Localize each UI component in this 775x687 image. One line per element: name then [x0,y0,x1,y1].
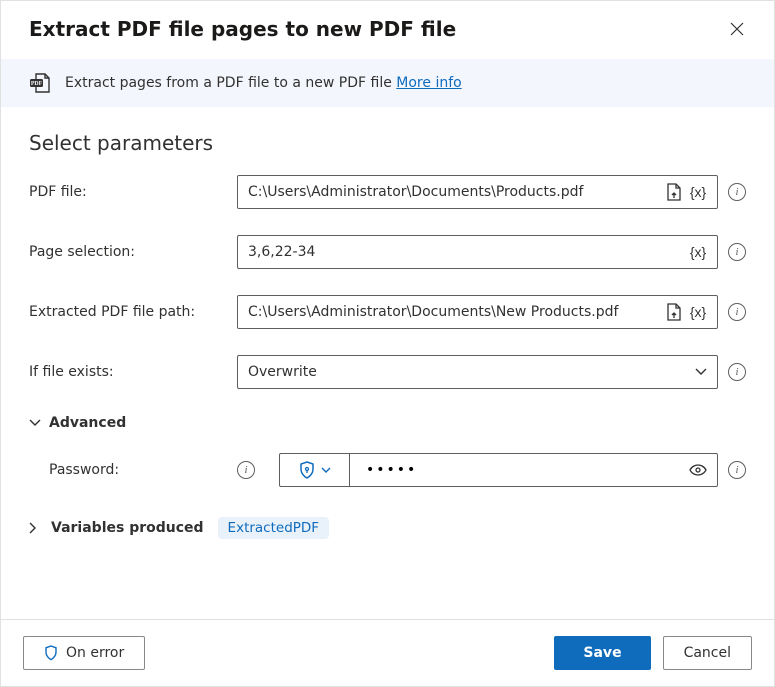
save-button[interactable]: Save [554,636,650,670]
save-label: Save [583,645,621,661]
cancel-label: Cancel [684,645,731,661]
svg-text:PDF: PDF [31,81,43,87]
shield-lock-icon [299,461,315,479]
dialog-body: Select parameters PDF file: C:\Users\Adm… [1,107,774,619]
close-icon [730,22,744,36]
if-exists-info-button[interactable]: i [728,363,746,381]
password-type-picker[interactable] [280,454,350,486]
eye-icon [689,464,707,476]
variables-produced-label: Variables produced [51,520,204,536]
if-exists-value: Overwrite [248,364,317,380]
extracted-path-row: Extracted PDF file path: C:\Users\Admini… [29,295,746,329]
dialog-title: Extract PDF file pages to new PDF file [29,17,456,41]
banner-text-content: Extract pages from a PDF file to a new P… [65,75,396,91]
password-value[interactable] [364,461,687,479]
password-info-button-left[interactable]: i [237,461,255,479]
footer-right: Save Cancel [554,636,752,670]
pdf-file-value: C:\Users\Administrator\Documents\Product… [248,184,663,200]
password-compound [279,453,718,487]
pdf-file-label: PDF file: [29,184,237,200]
if-exists-label: If file exists: [29,364,237,380]
password-label-wrap: Password: [49,462,237,478]
chevron-down-icon [321,467,331,474]
advanced-label: Advanced [49,415,126,431]
shield-icon [44,645,58,661]
extract-pdf-dialog: Extract PDF file pages to new PDF file P… [0,0,775,687]
extracted-path-input-wrap: C:\Users\Administrator\Documents\New Pro… [237,295,746,329]
password-row: Password: i i [49,453,746,487]
file-picker-button[interactable] [663,181,685,203]
chevron-right-icon [29,522,37,534]
file-arrow-icon [666,303,682,321]
page-selection-input[interactable]: 3,6,22-34 {x} [237,235,718,269]
chevron-down-icon [695,368,707,376]
page-selection-value: 3,6,22-34 [248,244,685,260]
cancel-button[interactable]: Cancel [663,636,752,670]
variable-picker-button[interactable]: {x} [685,184,711,200]
description-banner: PDF Extract pages from a PDF file to a n… [1,59,774,107]
file-picker-button[interactable] [663,301,685,323]
pdf-file-info-button[interactable]: i [728,183,746,201]
on-error-label: On error [66,645,124,661]
chevron-down-icon [29,419,41,427]
if-exists-input-wrap: Overwrite i [237,355,746,389]
dialog-footer: On error Save Cancel [1,619,774,686]
extracted-path-info-button[interactable]: i [728,303,746,321]
variable-picker-button[interactable]: {x} [685,304,711,320]
pdf-file-input-wrap: C:\Users\Administrator\Documents\Product… [237,175,746,209]
extracted-path-value: C:\Users\Administrator\Documents\New Pro… [248,304,663,320]
pdf-file-input[interactable]: C:\Users\Administrator\Documents\Product… [237,175,718,209]
pdf-file-row: PDF file: C:\Users\Administrator\Documen… [29,175,746,209]
pdf-badge-icon: PDF [29,73,51,93]
password-reveal-button[interactable] [687,459,709,481]
on-error-button[interactable]: On error [23,636,145,670]
password-input[interactable] [350,454,717,486]
page-selection-row: Page selection: 3,6,22-34 {x} i [29,235,746,269]
variables-produced-toggle[interactable]: Variables produced ExtractedPDF [29,517,746,539]
page-selection-label: Page selection: [29,244,237,260]
close-button[interactable] [728,20,746,38]
extracted-path-label: Extracted PDF file path: [29,304,237,320]
advanced-toggle[interactable]: Advanced [29,415,746,431]
if-exists-select[interactable]: Overwrite [237,355,718,389]
dialog-header: Extract PDF file pages to new PDF file [1,1,774,59]
if-exists-row: If file exists: Overwrite i [29,355,746,389]
page-selection-info-button[interactable]: i [728,243,746,261]
variable-picker-button[interactable]: {x} [685,244,711,260]
page-selection-input-wrap: 3,6,22-34 {x} i [237,235,746,269]
variable-pill[interactable]: ExtractedPDF [218,517,330,539]
extracted-path-input[interactable]: C:\Users\Administrator\Documents\New Pro… [237,295,718,329]
section-title: Select parameters [29,131,746,155]
password-info-button-right[interactable]: i [728,461,746,479]
file-arrow-icon [666,183,682,201]
more-info-link[interactable]: More info [396,75,461,91]
banner-text: Extract pages from a PDF file to a new P… [65,75,462,91]
password-label: Password: [49,462,119,478]
